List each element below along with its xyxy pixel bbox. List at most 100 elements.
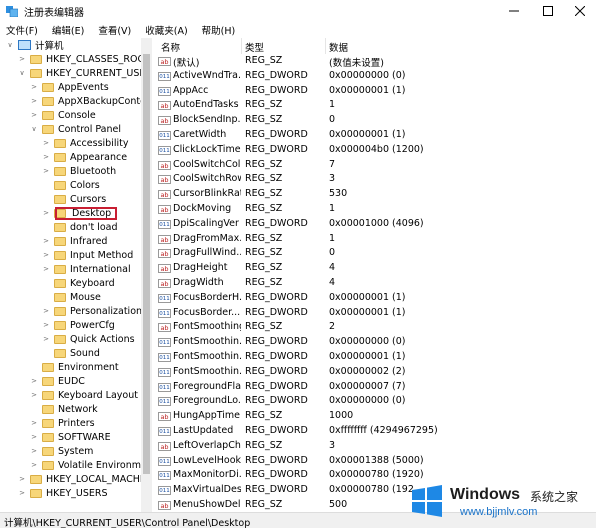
chevron-down-icon[interactable]: ∨ (6, 38, 14, 52)
chevron-right-icon[interactable]: > (30, 444, 38, 458)
value-row[interactable]: 011 FontSmoothin... REG_DWORD 0x00000002 (2… (153, 365, 596, 380)
tree-item[interactable]: > AppXBackupContent (30, 94, 151, 108)
tree-item[interactable]: > EUDC (30, 374, 85, 388)
value-row[interactable]: 011 LastUpdated REG_DWORD 0xffffffff (42949… (153, 424, 596, 439)
value-row[interactable]: ab DragHeight REG_SZ 4 (153, 261, 596, 276)
tree-item[interactable]: > Personalization (42, 304, 142, 318)
tree-item[interactable]: > Infrared (42, 234, 107, 248)
menu-edit[interactable]: 编辑(E) (50, 23, 86, 37)
tree-item[interactable]: Sound (42, 346, 100, 360)
chevron-right-icon[interactable]: > (30, 374, 38, 388)
tree-item[interactable]: don't load (42, 220, 118, 234)
value-row[interactable]: ab DockMoving REG_SZ 1 (153, 202, 596, 217)
value-row[interactable]: ab DragFromMax... REG_SZ 1 (153, 232, 596, 247)
value-row[interactable]: 011 ClickLockTime REG_DWORD 0x000004b0 (120… (153, 143, 596, 158)
chevron-right-icon[interactable]: > (18, 486, 26, 500)
value-row[interactable]: 011 ActiveWndTra... REG_DWORD 0x00000000 (0… (153, 69, 596, 84)
menu-view[interactable]: 查看(V) (96, 23, 133, 37)
maximize-button[interactable] (530, 0, 566, 22)
tree-item[interactable]: > HKEY_LOCAL_MACHINE (18, 472, 151, 486)
value-row[interactable]: 011 ForegroundLo... REG_DWORD 0x00000000 (0… (153, 394, 596, 409)
value-row[interactable]: 011 DpiScalingVer REG_DWORD 0x00001000 (409… (153, 217, 596, 232)
tree-item[interactable]: > HKEY_CLASSES_ROOT (18, 52, 151, 66)
chevron-right-icon[interactable]: > (30, 458, 38, 472)
chevron-right-icon[interactable]: > (42, 248, 50, 262)
value-row[interactable]: 011 FocusBorder... REG_DWORD 0x00000001 (1) (153, 306, 596, 321)
value-row[interactable]: ab (默认) REG_SZ (数值未设置) (153, 54, 596, 69)
tree-item[interactable]: > PowerCfg (42, 318, 115, 332)
column-header-name[interactable]: 名称 (161, 40, 180, 54)
chevron-right-icon[interactable]: > (42, 262, 50, 276)
tree-item[interactable]: > Accessibility (42, 136, 128, 150)
value-row[interactable]: ab DragFullWind... REG_SZ 0 (153, 246, 596, 261)
value-row[interactable]: 011ForegroundFla... REG_DWORD 0x00000007 (… (153, 380, 596, 395)
value-row[interactable]: ab FontSmoothing REG_SZ 2 (153, 320, 596, 335)
tree-item[interactable]: > Printers (30, 416, 95, 430)
tree-item[interactable]: Environment (30, 360, 119, 374)
value-row[interactable]: abHungAppTime... REG_SZ 1000 (153, 409, 596, 424)
minimize-button[interactable] (496, 0, 532, 22)
tree-item[interactable]: ∨ 计算机 (6, 38, 64, 52)
chevron-right-icon[interactable]: > (18, 472, 26, 486)
value-row[interactable]: 011 FocusBorderH... REG_DWORD 0x00000001 (1… (153, 291, 596, 306)
tree-item[interactable]: > AppEvents (30, 80, 109, 94)
tree-item[interactable]: > Volatile Environment (30, 458, 151, 472)
tree-item[interactable]: > Desktop (42, 206, 118, 220)
tree-item[interactable]: Colors (42, 178, 100, 192)
column-header-data[interactable]: 数据 (329, 40, 348, 54)
chevron-right-icon[interactable]: > (42, 332, 50, 346)
chevron-right-icon[interactable]: > (30, 416, 38, 430)
chevron-right-icon[interactable]: > (42, 150, 50, 164)
tree-item[interactable]: > Appearance (42, 150, 127, 164)
column-divider[interactable] (241, 38, 242, 54)
menu-file[interactable]: 文件(F) (4, 23, 40, 37)
value-row[interactable]: ab AutoEndTasks REG_SZ 1 (153, 98, 596, 113)
tree-item[interactable]: > HKEY_USERS (18, 486, 107, 500)
value-row[interactable]: ab BlockSendInp... REG_SZ 0 (153, 113, 596, 128)
chevron-right-icon[interactable]: > (18, 52, 26, 66)
chevron-right-icon[interactable]: > (30, 94, 38, 108)
value-row[interactable]: abCoolSwitchCol... REG_SZ 7 (153, 158, 596, 173)
tree-item[interactable]: > Console (30, 108, 96, 122)
value-row[interactable]: 011 FontSmoothin... REG_DWORD 0x00000000 (0… (153, 335, 596, 350)
chevron-right-icon[interactable]: > (42, 318, 50, 332)
chevron-down-icon[interactable]: ∨ (18, 66, 26, 80)
chevron-right-icon[interactable]: > (30, 388, 38, 402)
tree-item[interactable]: > Bluetooth (42, 164, 116, 178)
tree-item[interactable]: ∨ HKEY_CURRENT_USER (18, 66, 151, 80)
chevron-right-icon[interactable]: > (42, 164, 50, 178)
chevron-right-icon[interactable]: > (42, 304, 50, 318)
chevron-right-icon[interactable]: > (30, 80, 38, 94)
value-row[interactable]: 011LowLevelHook... REG_DWORD 0x00001388 (5… (153, 454, 596, 469)
menu-help[interactable]: 帮助(H) (200, 23, 238, 37)
value-row[interactable]: abCursorBlinkRate REG_SZ 530 (153, 187, 596, 202)
value-row[interactable]: ab DragWidth REG_SZ 4 (153, 276, 596, 291)
chevron-right-icon[interactable]: > (30, 108, 38, 122)
tree-item[interactable]: Keyboard (42, 276, 115, 290)
chevron-right-icon[interactable]: > (30, 430, 38, 444)
tree-item[interactable]: Network (30, 402, 98, 416)
column-header-type[interactable]: 类型 (245, 40, 264, 54)
tree-scrollbar-thumb[interactable] (143, 54, 150, 474)
chevron-right-icon[interactable]: > (42, 206, 50, 220)
chevron-right-icon[interactable]: > (42, 234, 50, 248)
value-row[interactable]: 011 AppAcc REG_DWORD 0x00000001 (1) (153, 84, 596, 99)
tree-item[interactable]: > Quick Actions (42, 332, 135, 346)
value-row[interactable]: abLeftOverlapCh... REG_SZ 3 (153, 439, 596, 454)
value-row[interactable]: abCoolSwitchRows REG_SZ 3 (153, 172, 596, 187)
value-row[interactable]: 011 CaretWidth REG_DWORD 0x00000001 (1) (153, 128, 596, 143)
chevron-right-icon[interactable]: > (42, 136, 50, 150)
tree-item[interactable]: ∨ Control Panel (30, 122, 121, 136)
tree-item[interactable]: > Keyboard Layout (30, 388, 138, 402)
tree-item[interactable]: Cursors (42, 192, 106, 206)
close-button[interactable] (562, 0, 596, 22)
value-row[interactable]: 011 FontSmoothin... REG_DWORD 0x00000001 (1… (153, 350, 596, 365)
column-divider[interactable] (325, 38, 326, 54)
tree-item[interactable]: > Input Method (42, 248, 133, 262)
chevron-down-icon[interactable]: ∨ (30, 122, 38, 136)
tree-item[interactable]: > SOFTWARE (30, 430, 111, 444)
menu-favorites[interactable]: 收藏夹(A) (143, 23, 189, 37)
tree-item[interactable]: > System (30, 444, 93, 458)
tree-item[interactable]: Mouse (42, 290, 101, 304)
tree-item[interactable]: > International (42, 262, 131, 276)
